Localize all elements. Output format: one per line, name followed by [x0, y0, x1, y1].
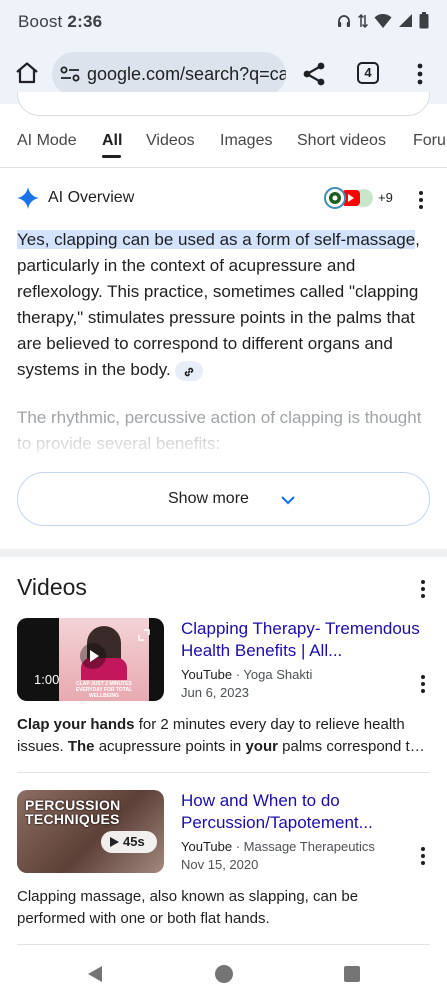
- wifi-icon: [374, 13, 392, 28]
- tab-forums[interactable]: Foru: [413, 132, 446, 150]
- back-icon[interactable]: [86, 965, 104, 983]
- snippet-bold: The: [67, 738, 95, 755]
- ai-overview-title: AI Overview: [48, 189, 135, 206]
- result-divider: [17, 772, 430, 773]
- video-title-link[interactable]: How and When to do Percussion/Tapotement…: [181, 790, 431, 834]
- video-channel: Massage Therapeutics: [243, 839, 375, 854]
- search-box[interactable]: [17, 92, 430, 116]
- video-snippet: Clapping massage, also known as slapping…: [17, 888, 359, 927]
- ai-overview-header: AI Overview +9: [17, 184, 430, 214]
- result-divider: [17, 944, 430, 945]
- expand-icon: [138, 629, 150, 641]
- carrier-label: Boost: [18, 12, 63, 31]
- tab-switcher-button[interactable]: 4: [357, 62, 379, 84]
- recents-icon[interactable]: [343, 965, 361, 983]
- video-result[interactable]: PERCUSSION TECHNIQUES 45s How and When t…: [17, 790, 430, 930]
- video-duration: 45s: [123, 834, 145, 849]
- video-platform: YouTube: [181, 667, 233, 682]
- show-more-label: Show more: [168, 490, 249, 507]
- home-icon[interactable]: [14, 60, 40, 86]
- video-source: YouTube · Massage Therapeutics: [181, 839, 375, 854]
- ai-overview-highlight: Yes, clapping can be used as a form of s…: [17, 230, 416, 249]
- status-left: Boost 2:36: [18, 12, 102, 32]
- snippet-bold: your: [245, 738, 278, 755]
- thumbnail-caption: CLAP JUST 2 MINUTES EVERYDAY FOR TOTAL W…: [75, 681, 133, 699]
- tab-ai-mode[interactable]: AI Mode: [17, 132, 77, 150]
- video-more-icon[interactable]: [415, 673, 431, 695]
- source-count: +9: [378, 190, 393, 205]
- tab-short-videos[interactable]: Short videos: [297, 132, 386, 150]
- home-nav-icon[interactable]: [214, 964, 234, 984]
- tab-all[interactable]: All: [102, 132, 122, 150]
- video-result[interactable]: CLAP JUST 2 MINUTES EVERYDAY FOR TOTAL W…: [17, 618, 430, 758]
- system-navigation-bar: [0, 950, 447, 1000]
- video-platform: YouTube: [181, 839, 233, 854]
- video-title-link[interactable]: Clapping Therapy- Tremendous Health Bene…: [181, 618, 431, 662]
- tab-images[interactable]: Images: [220, 132, 272, 150]
- battery-icon: [419, 12, 429, 29]
- video-thumbnail[interactable]: PERCUSSION TECHNIQUES 45s: [17, 790, 164, 873]
- snippet-text: palms correspond t…: [277, 738, 425, 755]
- video-snippet: Clap your hands for 2 minutes every day …: [17, 714, 430, 758]
- video-duration: 1:00: [34, 672, 60, 687]
- status-icons: [336, 12, 429, 29]
- videos-more-icon[interactable]: [415, 578, 431, 600]
- source-link-chip[interactable]: [174, 361, 203, 381]
- snippet-text: acupressure points in: [94, 738, 246, 755]
- address-bar[interactable]: google.com/search?q=ca: [52, 52, 286, 96]
- ai-overview-text: Yes, clapping can be used as a form of s…: [17, 227, 427, 383]
- status-bar: Boost 2:36: [0, 0, 447, 44]
- thumbnail-caption: PERCUSSION TECHNIQUES: [25, 797, 121, 827]
- headphones-icon: [338, 14, 350, 27]
- section-divider: [0, 549, 447, 557]
- fade-overlay: [0, 425, 447, 465]
- ai-overview-body: , particularly in the context of acupres…: [17, 230, 420, 379]
- video-source: YouTube · Yoga Shakti: [181, 667, 313, 682]
- video-more-icon[interactable]: [415, 845, 431, 867]
- active-tab-indicator: [102, 155, 121, 158]
- video-date: Nov 15, 2020: [181, 857, 259, 872]
- link-icon: [184, 367, 194, 377]
- ai-overview-more-icon[interactable]: [413, 188, 429, 212]
- show-more-button[interactable]: Show more: [17, 472, 430, 526]
- play-icon: [80, 643, 106, 669]
- site-settings-icon[interactable]: [60, 65, 80, 83]
- url-text: google.com/search?q=ca: [87, 64, 286, 84]
- play-icon: [110, 837, 119, 847]
- source-favicons[interactable]: [324, 187, 376, 209]
- signal-icon: [399, 14, 412, 27]
- video-date: Jun 6, 2023: [181, 685, 249, 700]
- tab-videos[interactable]: Videos: [146, 132, 195, 150]
- clock: 2:36: [67, 12, 103, 31]
- overflow-menu-icon[interactable]: [410, 61, 430, 87]
- data-transfer-icon: [358, 13, 368, 28]
- gemini-sparkle-icon: [17, 187, 39, 209]
- duration-badge: 45s: [101, 831, 157, 853]
- share-icon[interactable]: [301, 61, 327, 87]
- videos-section-title: Videos: [17, 574, 87, 600]
- chevron-down-icon: [281, 496, 295, 505]
- video-thumbnail[interactable]: CLAP JUST 2 MINUTES EVERYDAY FOR TOTAL W…: [17, 618, 164, 701]
- snippet-bold: Clap your hands: [17, 716, 135, 733]
- search-tabs: AI Mode All Videos Images Short videos F…: [0, 124, 447, 168]
- video-channel: Yoga Shakti: [243, 667, 313, 682]
